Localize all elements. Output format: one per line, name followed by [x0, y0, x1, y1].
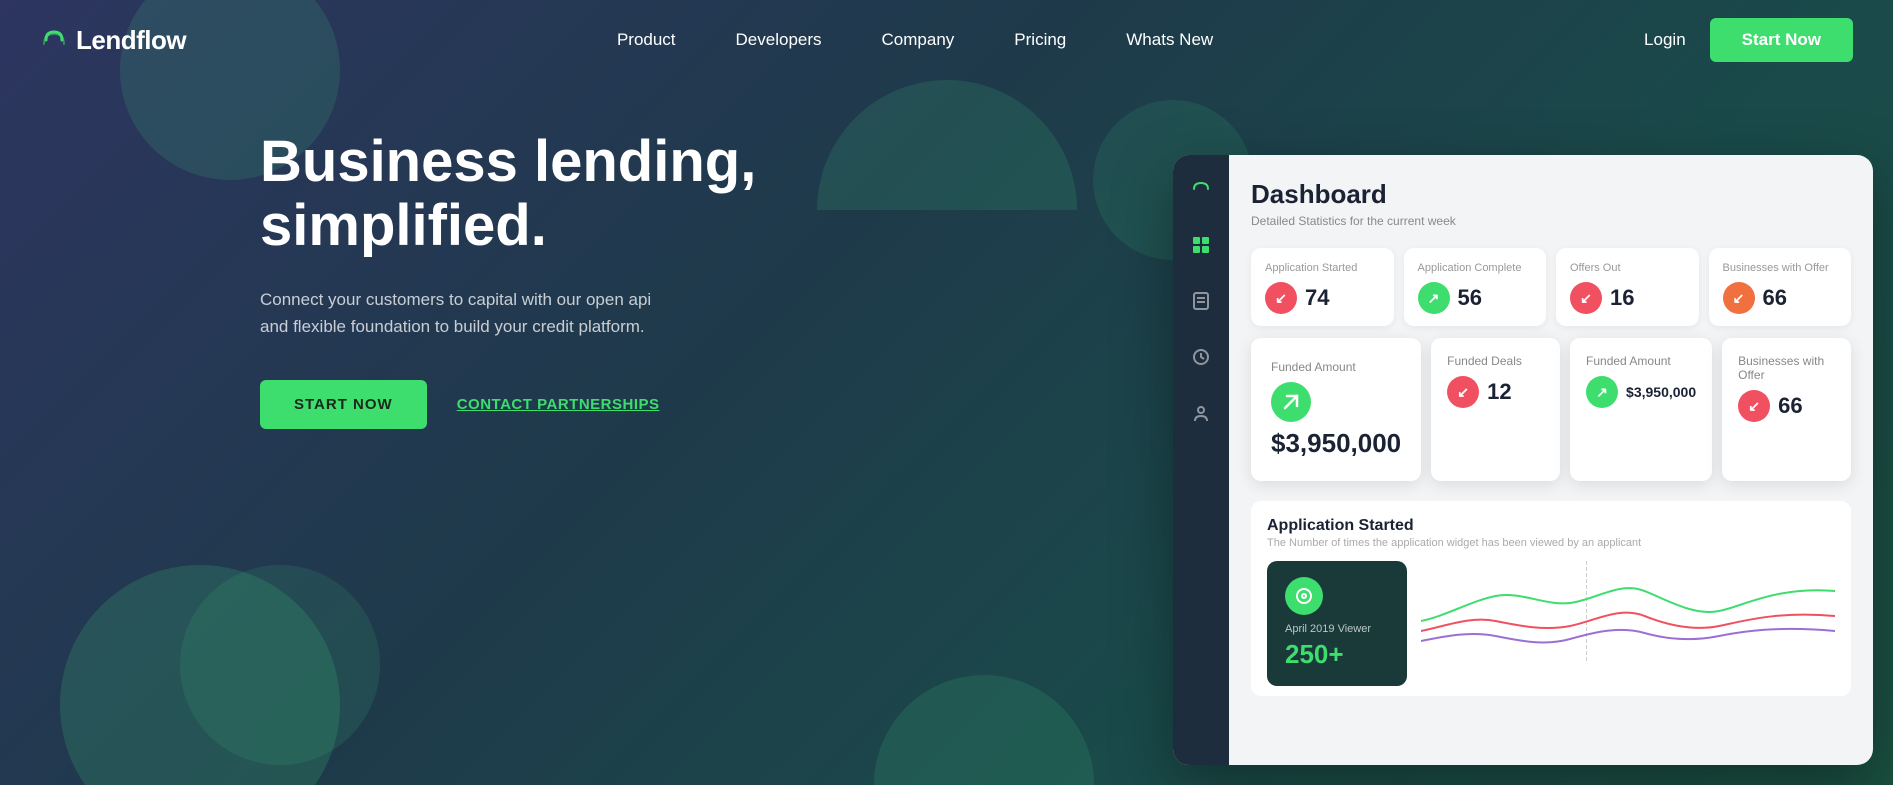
app-section: Application Started The Number of times … — [1251, 501, 1851, 696]
sidebar-user-icon[interactable] — [1183, 395, 1219, 431]
viewer-icon — [1285, 577, 1323, 615]
sidebar-clock-icon[interactable] — [1183, 339, 1219, 375]
stat-icon-3: ↙ — [1723, 282, 1755, 314]
hero-subtitle: Connect your customers to capital with o… — [260, 286, 680, 340]
nav-company[interactable]: Company — [882, 30, 955, 50]
sidebar-logo-icon[interactable] — [1183, 171, 1219, 207]
chart-area: April 2019 Viewer 250+ — [1267, 561, 1835, 686]
hero-content: Business lending, simplified. Connect yo… — [260, 130, 760, 429]
stat-label-2: Offers Out — [1570, 262, 1685, 274]
stat-application-complete: Application Complete ↗ 56 — [1404, 248, 1547, 326]
stat-offers-out: Offers Out ↙ 16 — [1556, 248, 1699, 326]
stat-value-1: 56 — [1458, 285, 1482, 311]
stat-icon-0: ↙ — [1265, 282, 1297, 314]
dashboard-main: Dashboard Detailed Statistics for the cu… — [1229, 155, 1873, 765]
viewer-label: April 2019 Viewer — [1285, 623, 1389, 635]
funded-biz-icon: ↙ — [1738, 390, 1770, 422]
logo[interactable]: Lendflow — [40, 25, 186, 56]
dashboard-sidebar — [1173, 155, 1229, 765]
funded-deals-card: Funded Deals ↙ 12 — [1431, 338, 1560, 481]
lendflow-logo-icon — [40, 26, 68, 54]
stat-row-0: ↙ 74 — [1265, 282, 1380, 314]
navbar: Lendflow Product Developers Company Pric… — [0, 0, 1893, 80]
funded-deals-value: 12 — [1487, 379, 1511, 405]
stat-label-0: Application Started — [1265, 262, 1380, 274]
nav-start-button[interactable]: Start Now — [1710, 18, 1853, 62]
funded-deals-row: ↙ 12 — [1447, 376, 1544, 408]
stat-value-2: 16 — [1610, 285, 1634, 311]
funded-biz-card: Businesses with Offer ↙ 66 — [1722, 338, 1851, 481]
app-section-subtitle: The Number of times the application widg… — [1267, 537, 1835, 549]
funded-amount-small-value: $3,950,000 — [1626, 384, 1696, 400]
stat-label-1: Application Complete — [1418, 262, 1533, 274]
funded-amount-small-label: Funded Amount — [1586, 354, 1696, 368]
app-section-title: Application Started — [1267, 517, 1835, 535]
nav-whats-new[interactable]: Whats New — [1126, 30, 1213, 50]
stat-label-3: Businesses with Offer — [1723, 262, 1838, 274]
funded-deals-icon: ↙ — [1447, 376, 1479, 408]
funded-deals-label: Funded Deals — [1447, 354, 1544, 368]
hero-start-button[interactable]: START NOW — [260, 380, 427, 429]
funded-amount-small-icon: ↗ — [1586, 376, 1618, 408]
funded-amount-card: Funded Amount $3,950,000 — [1251, 338, 1421, 481]
sidebar-grid-icon[interactable] — [1183, 227, 1219, 263]
sidebar-doc-icon[interactable] — [1183, 283, 1219, 319]
hero-contact-button[interactable]: CONTACT PARTNERSHIPS — [457, 396, 660, 413]
hero-buttons: START NOW CONTACT PARTNERSHIPS — [260, 380, 760, 429]
funded-label: Funded Amount — [1271, 360, 1401, 374]
funded-row: Funded Amount $3,950,000 Funded Deals — [1251, 338, 1851, 481]
nav-actions: Login Start Now — [1644, 18, 1853, 62]
funded-biz-label: Businesses with Offer — [1738, 354, 1835, 382]
funded-icon — [1271, 382, 1311, 422]
deco-semicircle-bottom — [874, 675, 1094, 785]
viewer-card: April 2019 Viewer 250+ — [1267, 561, 1407, 686]
nav-links: Product Developers Company Pricing Whats… — [186, 30, 1644, 50]
stats-grid: Application Started ↙ 74 Application Com… — [1251, 248, 1851, 326]
stat-row-2: ↙ 16 — [1570, 282, 1685, 314]
nav-product[interactable]: Product — [617, 30, 676, 50]
dashboard-subtitle: Detailed Statistics for the current week — [1251, 214, 1851, 228]
deco-semicircle-top — [817, 80, 1077, 210]
stat-businesses-offer: Businesses with Offer ↙ 66 — [1709, 248, 1852, 326]
stat-value-3: 66 — [1763, 285, 1787, 311]
stat-row-1: ↗ 56 — [1418, 282, 1533, 314]
brand-name: Lendflow — [76, 25, 186, 56]
stat-application-started: Application Started ↙ 74 — [1251, 248, 1394, 326]
funded-icon-row — [1271, 382, 1401, 422]
funded-value: $3,950,000 — [1271, 428, 1401, 459]
funded-biz-value: 66 — [1778, 393, 1802, 419]
hero-section: Lendflow Product Developers Company Pric… — [0, 0, 1893, 785]
stat-icon-1: ↗ — [1418, 282, 1450, 314]
stat-icon-2: ↙ — [1570, 282, 1602, 314]
funded-amount-small-row: ↗ $3,950,000 — [1586, 376, 1696, 408]
funded-biz-row: ↙ 66 — [1738, 390, 1835, 422]
funded-amount-small-card: Funded Amount ↗ $3,950,000 — [1570, 338, 1712, 481]
line-chart — [1421, 561, 1835, 661]
stat-row-3: ↙ 66 — [1723, 282, 1838, 314]
dashboard-panel: Dashboard Detailed Statistics for the cu… — [1173, 155, 1873, 765]
login-link[interactable]: Login — [1644, 30, 1686, 50]
viewer-value: 250+ — [1285, 639, 1389, 670]
nav-pricing[interactable]: Pricing — [1014, 30, 1066, 50]
dashboard-title: Dashboard — [1251, 179, 1851, 210]
nav-developers[interactable]: Developers — [736, 30, 822, 50]
stat-value-0: 74 — [1305, 285, 1329, 311]
hero-title: Business lending, simplified. — [260, 130, 760, 258]
deco-circle-bottomleft2 — [180, 565, 380, 765]
